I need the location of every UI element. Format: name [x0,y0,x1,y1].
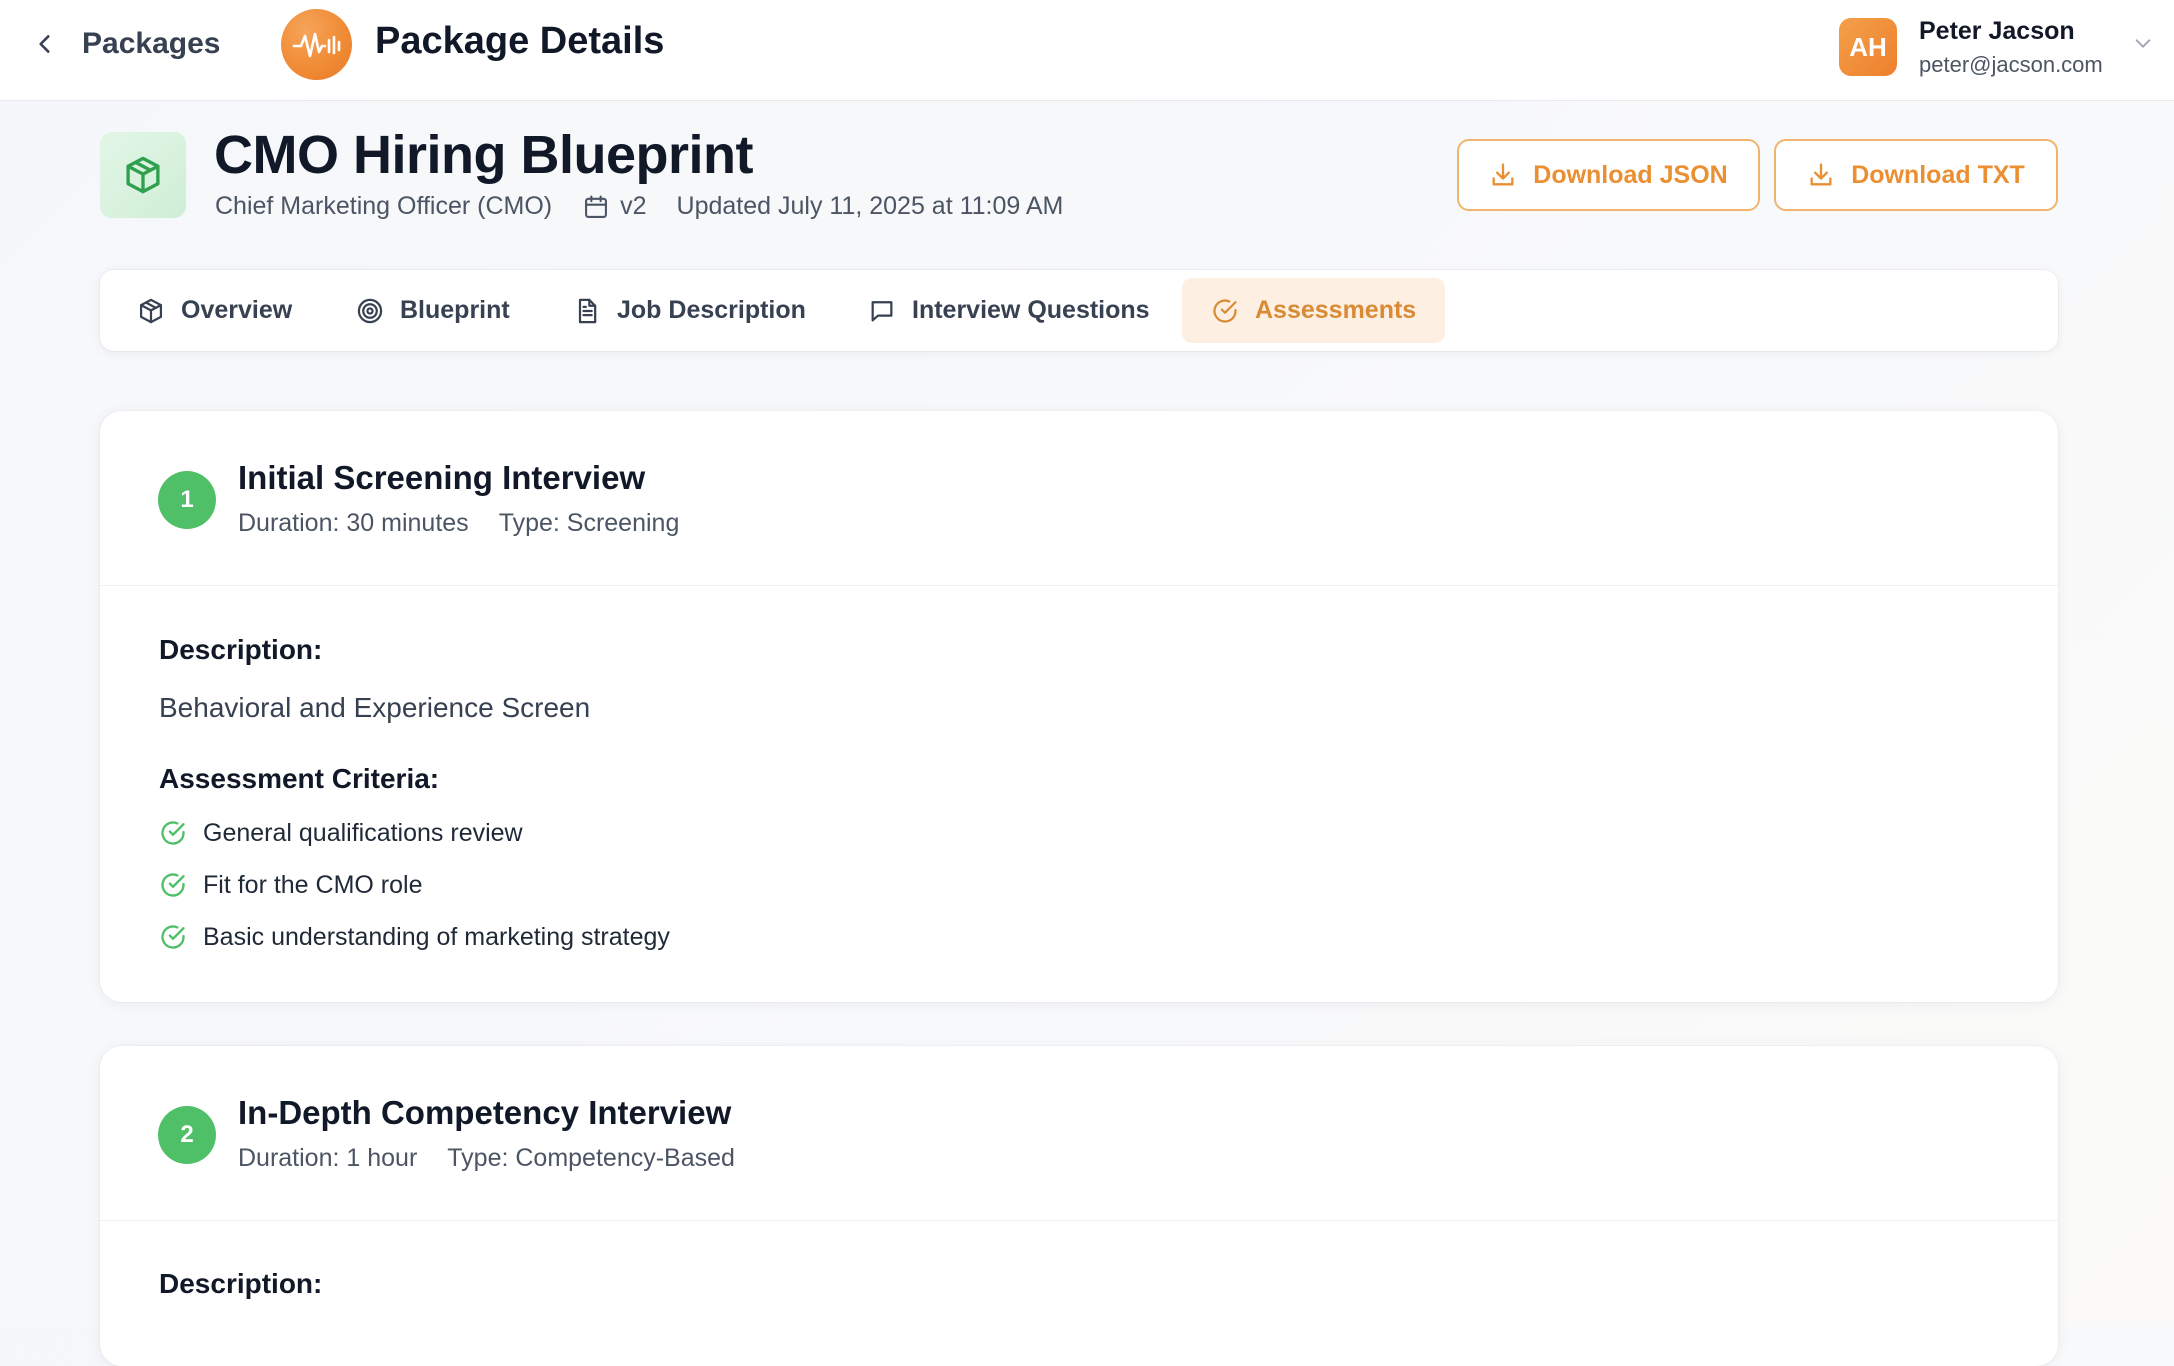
user-info: Peter Jacson peter@jacson.com [1919,17,2103,78]
description-label: Description: [159,1268,323,1299]
list-item: Fit for the CMO role [159,859,670,911]
criteria-list: General qualifications review Fit for th… [159,807,670,963]
download-json-label: Download JSON [1533,160,1728,189]
assessment-type: Type: Competency-Based [447,1144,735,1172]
step-number-badge: 2 [158,1106,216,1164]
cube-icon [126,156,160,194]
check-circle-icon [161,873,185,897]
tab-job-description-label: Job Description [617,296,806,324]
tab-interview-questions-label: Interview Questions [912,296,1150,324]
assessment-card: 2 In-Depth Competency Interview Duration… [100,1046,2058,1366]
package-role: Chief Marketing Officer (CMO) [215,192,553,220]
download-txt-button[interactable]: Download TXT [1774,139,2058,211]
criteria-text: General qualifications review [203,818,523,847]
target-icon [357,298,383,323]
criteria-text: Basic understanding of marketing strateg… [203,922,670,951]
package-meta: Chief Marketing Officer (CMO) v2 Updated… [215,192,1063,221]
description-text: Behavioral and Experience Screen [159,692,591,723]
check-circle-icon [1213,298,1237,323]
package-icon-tile [100,132,186,218]
assessment-duration: Duration: 1 hour [238,1144,418,1172]
audio-wave-icon [292,32,340,57]
tab-bar: Overview Blueprint Job Description Inter… [100,270,2058,351]
user-menu[interactable]: AH Peter Jacson peter@jacson.com [1839,12,2103,82]
criteria-text: Fit for the CMO role [203,870,423,899]
cube-icon [139,298,163,323]
back-to-packages-link[interactable]: Packages [32,22,220,66]
tab-job-description[interactable]: Job Description [544,278,835,343]
package-title: CMO Hiring Blueprint [214,125,753,185]
assessment-card-header: 2 In-Depth Competency Interview Duration… [100,1046,2058,1221]
user-email: peter@jacson.com [1919,51,2103,77]
assessment-title: Initial Screening Interview [238,459,646,496]
assessment-card-header: 1 Initial Screening Interview Duration: … [100,411,2058,586]
download-json-button[interactable]: Download JSON [1457,139,1760,211]
page-title: Package Details [375,20,665,62]
list-item: Basic understanding of marketing strateg… [159,911,670,963]
assessment-type: Type: Screening [498,509,680,537]
brand-logo [281,9,352,80]
back-label: Packages [82,27,221,60]
tab-blueprint-label: Blueprint [400,296,510,324]
assessment-meta: Duration: 30 minutes Type: Screening [238,509,679,538]
download-txt-label: Download TXT [1851,160,2025,189]
chat-icon [871,300,893,321]
assessment-card: 1 Initial Screening Interview Duration: … [100,411,2058,1002]
tab-blueprint[interactable]: Blueprint [327,278,539,343]
download-icon [1492,163,1514,186]
assessment-meta: Duration: 1 hour Type: Competency-Based [238,1144,735,1173]
criteria-label: Assessment Criteria: [159,763,440,794]
chevron-down-icon[interactable] [2132,32,2154,54]
chevron-left-icon [39,35,50,53]
assessment-duration: Duration: 30 minutes [238,509,469,537]
document-icon [578,298,597,323]
tab-assessments[interactable]: Assessments [1182,278,1446,343]
tab-interview-questions[interactable]: Interview Questions [839,278,1179,343]
tab-assessments-label: Assessments [1255,296,1417,324]
list-item: General qualifications review [159,807,670,859]
tab-overview[interactable]: Overview [108,278,321,343]
package-version: v2 [620,192,647,220]
step-number-badge: 1 [158,471,216,529]
package-updated: Updated July 11, 2025 at 11:09 AM [676,192,1064,220]
top-bar: Packages Package Details AH Peter Jacson… [0,0,2174,101]
assessment-title: In-Depth Competency Interview [238,1094,732,1131]
check-circle-icon [161,925,185,949]
download-icon [1810,163,1832,186]
tab-overview-label: Overview [181,296,293,324]
avatar: AH [1839,18,1897,76]
user-name: Peter Jacson [1919,16,2075,45]
description-label: Description: [159,634,323,665]
check-circle-icon [161,821,185,845]
calendar-icon [585,194,608,218]
